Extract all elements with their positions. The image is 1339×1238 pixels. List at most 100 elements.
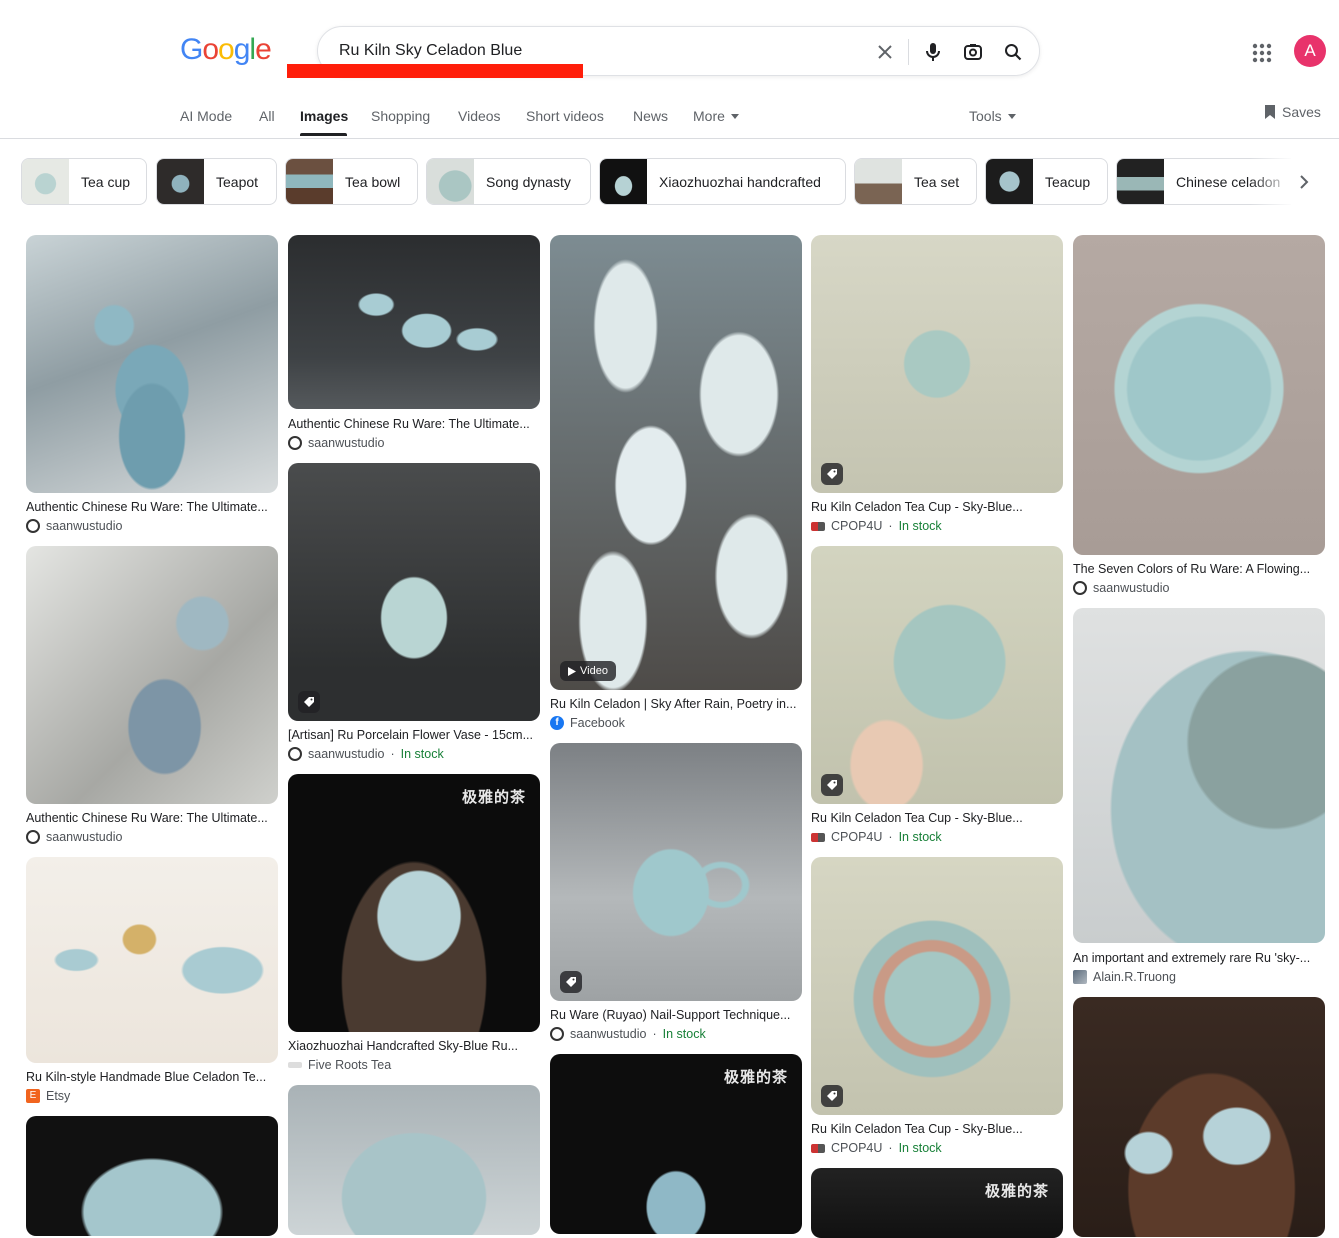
result-source[interactable]: E Etsy <box>26 1089 70 1103</box>
tab-more[interactable]: More <box>693 108 739 124</box>
result-image[interactable] <box>811 235 1063 493</box>
result-image[interactable] <box>811 857 1063 1115</box>
result-title[interactable]: An important and extremely rare Ru 'sky-… <box>1073 951 1325 965</box>
tab-ai-mode[interactable]: AI Mode <box>180 108 232 124</box>
chip-teacup[interactable]: Teacup <box>985 158 1108 205</box>
result-source[interactable]: f Facebook <box>550 716 625 730</box>
apps-grid-icon[interactable] <box>1251 42 1273 64</box>
result-source-name: Alain.R.Truong <box>1093 970 1176 984</box>
result-title[interactable]: Ru Kiln Celadon | Sky After Rain, Poetry… <box>550 697 802 711</box>
result-title[interactable]: Ru Kiln-style Handmade Blue Celadon Te..… <box>26 1070 278 1084</box>
result-image[interactable]: Video <box>550 235 802 690</box>
chip-tea-cup[interactable]: Tea cup <box>21 158 147 205</box>
price-tag-icon <box>560 971 582 993</box>
tab-all[interactable]: All <box>259 108 275 124</box>
result-image[interactable] <box>26 546 278 804</box>
chip-song-dynasty[interactable]: Song dynasty <box>426 158 591 205</box>
account-avatar[interactable]: A <box>1294 35 1326 67</box>
stock-separator: · <box>390 747 395 761</box>
result-source[interactable]: saanwustudio · In stock <box>550 1027 706 1041</box>
result-title[interactable]: Ru Kiln Celadon Tea Cup - Sky-Blue... <box>811 811 1063 825</box>
chip-label: Teacup <box>1045 173 1091 190</box>
chip-teapot[interactable]: Teapot <box>156 158 277 205</box>
result-image[interactable] <box>26 235 278 493</box>
stock-separator: · <box>888 1141 893 1155</box>
result-source-name: saanwustudio <box>46 830 123 844</box>
stock-separator: · <box>888 519 893 533</box>
result-title[interactable]: Authentic Chinese Ru Ware: The Ultimate.… <box>26 811 278 825</box>
result-title[interactable]: Authentic Chinese Ru Ware: The Ultimate.… <box>26 500 278 514</box>
result-source[interactable]: saanwustudio <box>288 436 384 450</box>
result-image[interactable] <box>288 1085 540 1235</box>
result-image[interactable] <box>550 743 802 1001</box>
result-image[interactable] <box>288 463 540 721</box>
result-source[interactable]: CPOP4U · In stock <box>811 519 942 533</box>
result-image[interactable] <box>1073 235 1325 555</box>
result-source-name: Etsy <box>46 1089 71 1103</box>
clear-icon[interactable] <box>873 40 897 64</box>
chip-thumbnail <box>986 159 1033 204</box>
stock-status: In stock <box>898 830 942 844</box>
result-source-name: CPOP4U <box>831 519 883 533</box>
result-image[interactable] <box>288 235 540 409</box>
saanwustudio-favicon <box>26 830 40 844</box>
chip-tea-set[interactable]: Tea set <box>854 158 977 205</box>
cpop4u-favicon <box>811 521 825 531</box>
result-image[interactable] <box>1073 608 1325 943</box>
logo-letter: g <box>233 33 251 66</box>
video-label: Video <box>580 665 608 677</box>
google-logo[interactable]: Google <box>180 33 272 67</box>
bookmark-icon <box>1265 105 1275 119</box>
chip-xiaozhuozhai-handcrafted[interactable]: Xiaozhuozhai handcrafted <box>599 158 846 205</box>
result-image[interactable]: 极雅的茶 <box>288 774 540 1032</box>
result-title[interactable]: The Seven Colors of Ru Ware: A Flowing..… <box>1073 562 1325 576</box>
search-divider <box>908 39 909 65</box>
result-source[interactable]: saanwustudio · In stock <box>288 747 444 761</box>
result-source[interactable]: Alain.R.Truong <box>1073 970 1176 984</box>
active-tab-indicator <box>300 133 347 136</box>
result-source[interactable]: saanwustudio <box>1073 581 1169 595</box>
result-title[interactable]: Authentic Chinese Ru Ware: The Ultimate.… <box>288 417 540 431</box>
result-source-name: CPOP4U <box>831 1141 883 1155</box>
camera-lens-icon[interactable] <box>961 40 985 64</box>
search-icon[interactable] <box>1001 40 1025 64</box>
result-image[interactable] <box>26 857 278 1063</box>
chevron-right-icon[interactable] <box>1292 170 1316 194</box>
saanwustudio-favicon <box>288 436 302 450</box>
logo-letter: o <box>202 33 219 66</box>
result-image[interactable]: 极雅的茶 <box>811 1168 1063 1238</box>
result-image[interactable] <box>811 546 1063 804</box>
result-title[interactable]: Xiaozhuozhai Handcrafted Sky-Blue Ru... <box>288 1039 540 1053</box>
result-image[interactable] <box>1073 997 1325 1237</box>
stock-separator: · <box>652 1027 657 1041</box>
result-source[interactable]: CPOP4U · In stock <box>811 830 942 844</box>
result-title[interactable]: [Artisan] Ru Porcelain Flower Vase - 15c… <box>288 728 540 742</box>
result-source[interactable]: CPOP4U · In stock <box>811 1141 942 1155</box>
tab-shopping[interactable]: Shopping <box>371 108 430 124</box>
stock-status: In stock <box>662 1027 706 1041</box>
search-input[interactable]: Ru Kiln Sky Celadon Blue <box>339 42 522 60</box>
tab-images[interactable]: Images <box>300 108 348 124</box>
tools-button[interactable]: Tools <box>969 108 1016 124</box>
result-image[interactable]: 极雅的茶 <box>550 1054 802 1234</box>
result-title[interactable]: Ru Kiln Celadon Tea Cup - Sky-Blue... <box>811 500 1063 514</box>
saves-button[interactable]: Saves <box>1264 104 1321 120</box>
result-source-name: Facebook <box>570 716 625 730</box>
chip-tea-bowl[interactable]: Tea bowl <box>285 158 418 205</box>
result-image[interactable] <box>26 1116 278 1236</box>
result-source[interactable]: Five Roots Tea <box>288 1058 391 1072</box>
chip-thumbnail <box>1117 159 1164 204</box>
microphone-icon[interactable] <box>921 40 945 64</box>
tab-videos[interactable]: Videos <box>458 108 501 124</box>
result-source[interactable]: saanwustudio <box>26 519 122 533</box>
tab-short-videos[interactable]: Short videos <box>526 108 604 124</box>
price-tag-icon <box>298 691 320 713</box>
tab-news[interactable]: News <box>633 108 668 124</box>
result-title[interactable]: Ru Ware (Ruyao) Nail-Support Technique..… <box>550 1008 802 1022</box>
result-title[interactable]: Ru Kiln Celadon Tea Cup - Sky-Blue... <box>811 1122 1063 1136</box>
stock-separator: · <box>888 830 893 844</box>
tab-more-label: More <box>693 108 725 124</box>
result-source[interactable]: saanwustudio <box>26 830 122 844</box>
chip-label: Song dynasty <box>486 173 571 190</box>
chip-label: Tea cup <box>81 173 131 190</box>
